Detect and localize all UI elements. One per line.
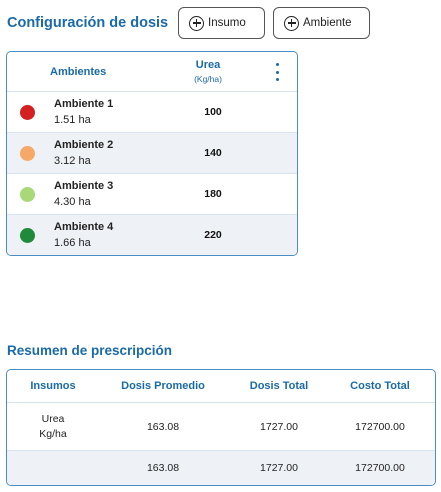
ambiente-row[interactable]: Ambiente 4 1.66 ha 220	[7, 215, 297, 255]
page: Configuración de dosis Insumo Ambiente A…	[0, 0, 441, 492]
column-header-insumos: Insumos	[30, 380, 76, 392]
costo-total-value: 172700.00	[355, 421, 405, 433]
dosis-total-value: 1727.00	[260, 421, 298, 433]
column-header-costo-total: Costo Total	[350, 380, 410, 392]
dose-table-header: Ambientes Urea (Kg/ha)	[7, 52, 297, 92]
add-ambiente-label: Ambiente	[303, 17, 352, 29]
add-insumo-label: Insumo	[208, 17, 246, 29]
ambiente-row[interactable]: Ambiente 1 1.51 ha 100	[7, 92, 297, 133]
insumo-cell: Urea Kg/ha	[25, 412, 81, 442]
insumo-unit: Kg/ha	[39, 428, 67, 440]
ambiente-name: Ambiente 3	[54, 180, 114, 192]
column-header-urea-unit: (Kg/ha)	[194, 74, 222, 84]
dose-value-input[interactable]: 140	[193, 147, 233, 159]
dose-value-input[interactable]: 180	[193, 188, 233, 200]
totals-row: 163.08 1727.00 172700.00	[7, 451, 435, 485]
more-options-icon[interactable]	[272, 63, 282, 81]
add-insumo-button[interactable]: Insumo	[178, 7, 265, 39]
total-dosis-total: 1727.00	[260, 462, 298, 474]
column-header-urea[interactable]: Urea	[189, 59, 227, 71]
dose-config-header: Configuración de dosis	[7, 7, 168, 39]
summary-title: Resumen de prescripción	[7, 343, 173, 358]
summary-table-header: Insumos Dosis Promedio Dosis Total Costo…	[7, 370, 435, 403]
ambiente-row[interactable]: Ambiente 3 4.30 ha 180	[7, 174, 297, 215]
ambiente-color-swatch[interactable]	[20, 146, 35, 161]
dose-value-input[interactable]: 220	[193, 229, 233, 241]
page-title: Configuración de dosis	[7, 15, 169, 31]
table-row: Urea Kg/ha 163.08 1727.00 172700.00	[7, 403, 435, 451]
insumo-name: Urea	[41, 413, 65, 425]
dose-config-table: Ambientes Urea (Kg/ha) Ambiente 1 1.51 h…	[6, 51, 298, 256]
ambiente-name: Ambiente 4	[54, 221, 114, 233]
ambiente-color-swatch[interactable]	[20, 228, 35, 243]
ambiente-color-swatch[interactable]	[20, 187, 35, 202]
ambiente-area: 4.30 ha	[54, 196, 91, 208]
ambiente-area: 1.51 ha	[54, 114, 91, 126]
ambiente-color-swatch[interactable]	[20, 105, 35, 120]
ambiente-area: 3.12 ha	[54, 155, 91, 167]
total-costo-total: 172700.00	[355, 462, 405, 474]
prescription-summary-table: Insumos Dosis Promedio Dosis Total Costo…	[6, 369, 436, 486]
ambiente-area: 1.66 ha	[54, 237, 91, 249]
dosis-promedio-value: 163.08	[146, 421, 180, 433]
column-header-ambientes: Ambientes	[50, 66, 107, 78]
total-dosis-promedio: 163.08	[146, 462, 180, 474]
ambiente-name: Ambiente 1	[54, 98, 114, 110]
plus-circle-icon	[284, 15, 299, 31]
column-header-dosis-promedio: Dosis Promedio	[121, 380, 205, 392]
column-header-dosis-total: Dosis Total	[249, 380, 309, 392]
add-ambiente-button[interactable]: Ambiente	[273, 7, 370, 39]
ambiente-row[interactable]: Ambiente 2 3.12 ha 140	[7, 133, 297, 174]
ambiente-name: Ambiente 2	[54, 139, 114, 151]
plus-circle-icon	[189, 15, 204, 31]
dose-value-input[interactable]: 100	[193, 106, 233, 118]
